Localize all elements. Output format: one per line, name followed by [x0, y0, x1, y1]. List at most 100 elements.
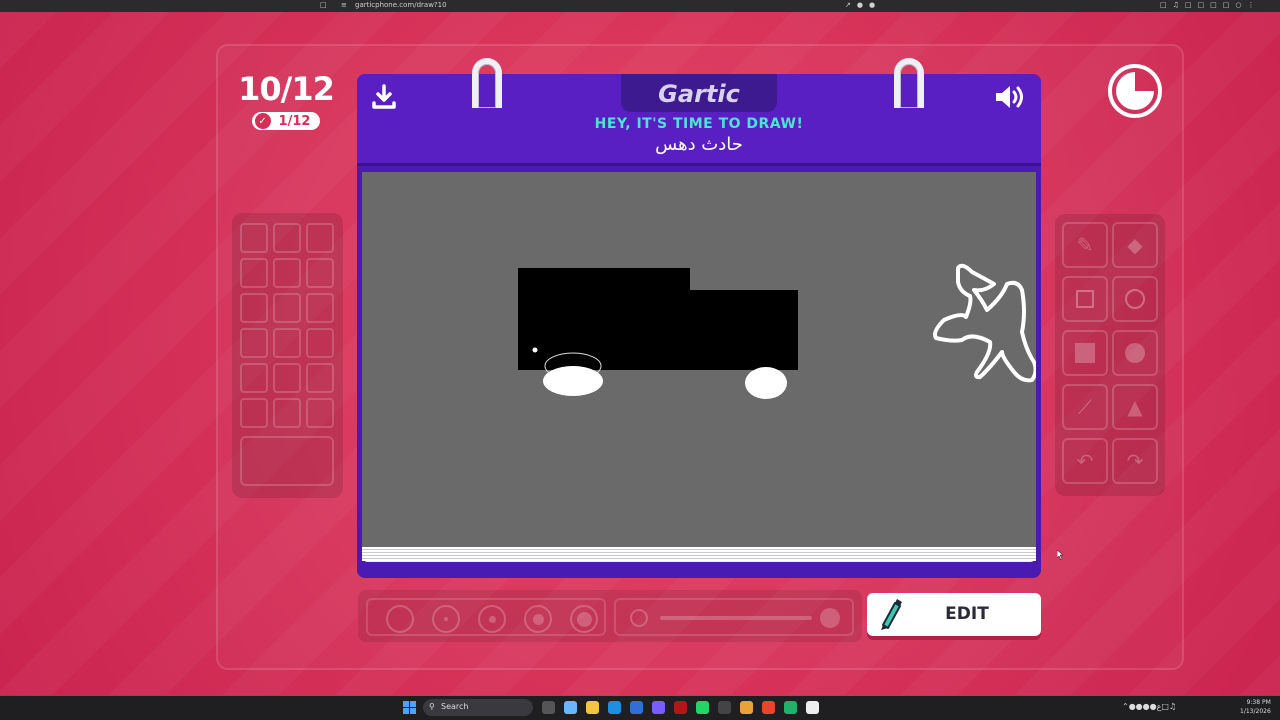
opacity-low-icon [630, 609, 648, 627]
color-swatch[interactable] [273, 398, 301, 428]
color-swatch[interactable] [273, 363, 301, 393]
filled-ellipse-tool[interactable] [1112, 330, 1158, 376]
size-dot-icon [488, 615, 496, 623]
sheets-icon[interactable] [784, 701, 797, 714]
color-swatch[interactable] [240, 258, 268, 288]
opacity-track[interactable] [660, 616, 812, 620]
document-icon[interactable] [806, 701, 819, 714]
color-swatches [240, 223, 335, 428]
prompt-heading: HEY, IT'S TIME TO DRAW! [594, 116, 804, 132]
steam-icon[interactable] [718, 701, 731, 714]
bucket-tool[interactable]: ▲ [1112, 384, 1158, 430]
tools-grid: ✎ ◆ ⟋ ▲ ↶ ↷ [1062, 222, 1158, 484]
color-palette [232, 213, 343, 498]
brush-size-5[interactable] [570, 605, 598, 633]
line-tool[interactable]: ⟋ [1062, 384, 1108, 430]
whatsapp-icon[interactable] [696, 701, 709, 714]
color-swatch[interactable] [306, 398, 334, 428]
color-swatch[interactable] [240, 328, 268, 358]
edge-icon[interactable] [608, 701, 621, 714]
file-explorer-icon[interactable] [586, 701, 599, 714]
binder-ring [894, 58, 924, 108]
color-swatch[interactable] [306, 328, 334, 358]
done-badge: ✓ 1/12 [251, 112, 321, 130]
drawing-notebook: Gartic HEY, IT'S TIME TO DRAW! حادث دهس [357, 58, 1041, 578]
filled-rectangle-tool[interactable] [1062, 330, 1108, 376]
browser-toolbar: □ ≡ garticphone.com/draw?10 ↗●● □♫□□□□○⋮ [0, 0, 1280, 12]
ellipse-icon [1125, 289, 1145, 309]
brush-size-1[interactable] [386, 605, 414, 633]
round-counter: 10/12 ✓ 1/12 [236, 70, 336, 130]
bookmark-icon[interactable]: □ [320, 1, 327, 9]
task-view-icon[interactable] [542, 701, 555, 714]
color-swatch[interactable] [240, 363, 268, 393]
ellipse-tool[interactable] [1112, 276, 1158, 322]
color-swatch[interactable] [306, 293, 334, 323]
color-swatch[interactable] [273, 258, 301, 288]
discord-icon[interactable] [652, 701, 665, 714]
eraser-tool[interactable]: ◆ [1112, 222, 1158, 268]
edit-label: EDIT [945, 604, 989, 624]
store-icon[interactable] [630, 701, 643, 714]
brush-size-2[interactable] [432, 605, 460, 633]
copilot-icon[interactable] [564, 701, 577, 714]
color-swatch[interactable] [306, 258, 334, 288]
taskbar-clock[interactable]: 9:38 PM 1/13/2026 [1240, 698, 1271, 716]
opacity-handle[interactable] [820, 608, 840, 628]
size-dot-icon [532, 613, 544, 625]
chrome-icon[interactable] [740, 701, 753, 714]
color-swatch[interactable] [306, 363, 334, 393]
check-icon: ✓ [254, 113, 271, 129]
color-swatch[interactable] [273, 328, 301, 358]
color-swatch[interactable] [306, 223, 334, 253]
browser-extension-icons[interactable]: □♫□□□□○⋮ [1160, 1, 1260, 9]
custom-color-button[interactable] [240, 436, 334, 486]
undo-icon: ↶ [1076, 449, 1094, 473]
brush-size-3[interactable] [478, 605, 506, 633]
windows-taskbar: ⚲ Search ⌃●●●●ع□♫ 9:38 PM 1/13/2026 [0, 696, 1280, 720]
color-swatch[interactable] [240, 223, 268, 253]
timer-progress [1116, 72, 1154, 110]
eraser-icon: ◆ [1127, 233, 1143, 257]
edit-button[interactable]: EDIT [867, 593, 1041, 636]
color-swatch[interactable] [273, 223, 301, 253]
pencil-icon: ✎ [1076, 233, 1094, 257]
system-tray[interactable]: ⌃●●●●ع□♫ [1122, 702, 1176, 711]
redo-tool[interactable]: ↷ [1112, 438, 1158, 484]
brush-controls [358, 590, 862, 642]
bucket-icon: ▲ [1127, 395, 1143, 419]
speaker-icon[interactable] [993, 82, 1029, 112]
download-icon[interactable] [369, 82, 399, 112]
windows-start-icon[interactable] [403, 701, 416, 714]
notebook-pages [362, 547, 1036, 561]
canvas-area [362, 172, 1036, 562]
tune-icon[interactable]: ≡ [341, 1, 347, 9]
pencil-tool[interactable]: ✎ [1062, 222, 1108, 268]
line-icon: ⟋ [1078, 395, 1092, 419]
color-swatch[interactable] [240, 398, 268, 428]
rectangle-tool[interactable] [1062, 276, 1108, 322]
pen-icon [881, 599, 902, 630]
color-swatch[interactable] [273, 293, 301, 323]
address-bar[interactable]: garticphone.com/draw?10 [355, 1, 447, 9]
taskbar-apps [542, 701, 819, 714]
filled-ellipse-icon [1125, 343, 1145, 363]
app-red-icon[interactable] [674, 701, 687, 714]
search-label: Search [441, 702, 469, 711]
rectangle-icon [1076, 290, 1094, 308]
size-dot-icon [444, 617, 448, 621]
opacity-slider[interactable] [614, 598, 854, 636]
color-swatch[interactable] [240, 293, 268, 323]
browser-action-icons[interactable]: ↗●● [845, 1, 881, 9]
clock-time: 9:38 PM [1246, 699, 1271, 706]
undo-tool[interactable]: ↶ [1062, 438, 1108, 484]
redo-icon: ↷ [1126, 449, 1144, 473]
brave-icon[interactable] [762, 701, 775, 714]
mouse-cursor-icon [1057, 550, 1063, 560]
search-icon: ⚲ [429, 702, 435, 711]
brush-size-4[interactable] [524, 605, 552, 633]
binder-ring [472, 58, 502, 108]
drawing-canvas[interactable] [362, 172, 1036, 547]
tools-panel: ✎ ◆ ⟋ ▲ ↶ ↷ [1055, 214, 1165, 496]
taskbar-search[interactable]: ⚲ Search [423, 699, 533, 716]
